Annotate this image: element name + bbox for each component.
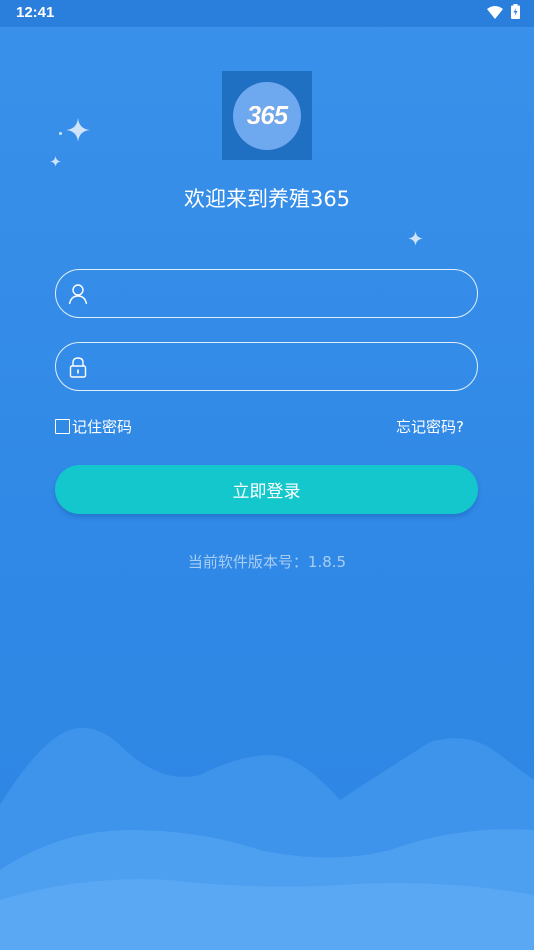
- background-waves: [0, 727, 534, 950]
- status-icons: [487, 3, 520, 23]
- remember-label: 记住密码: [72, 418, 133, 436]
- sparkle-icon: [408, 231, 423, 246]
- sparkle-icon: [50, 156, 61, 167]
- app-logo-icon: 365: [233, 81, 301, 150]
- sparkle-icon: [66, 118, 90, 142]
- password-field[interactable]: [55, 342, 478, 391]
- logo-text: 365: [246, 100, 288, 130]
- remember-password[interactable]: 记住密码: [55, 416, 132, 437]
- app-logo: 365: [222, 71, 312, 160]
- version-text: 当前软件版本号：1.8.5: [187, 553, 347, 571]
- remember-checkbox[interactable]: [55, 419, 70, 434]
- status-time: 12:41: [16, 4, 55, 21]
- status-bar: 12:41: [0, 0, 534, 27]
- username-field[interactable]: [55, 269, 478, 318]
- sparkle-icon: [59, 132, 62, 135]
- battery-icon: [511, 3, 520, 23]
- user-icon: [68, 283, 88, 305]
- password-input[interactable]: [98, 350, 459, 383]
- username-input[interactable]: [98, 277, 459, 310]
- lock-icon: [68, 356, 88, 378]
- forgot-password-link[interactable]: 忘记密码?: [396, 416, 464, 437]
- wifi-icon: [487, 4, 503, 23]
- welcome-title: 欢迎来到养殖365: [183, 187, 351, 211]
- login-button[interactable]: 立即登录: [55, 465, 478, 514]
